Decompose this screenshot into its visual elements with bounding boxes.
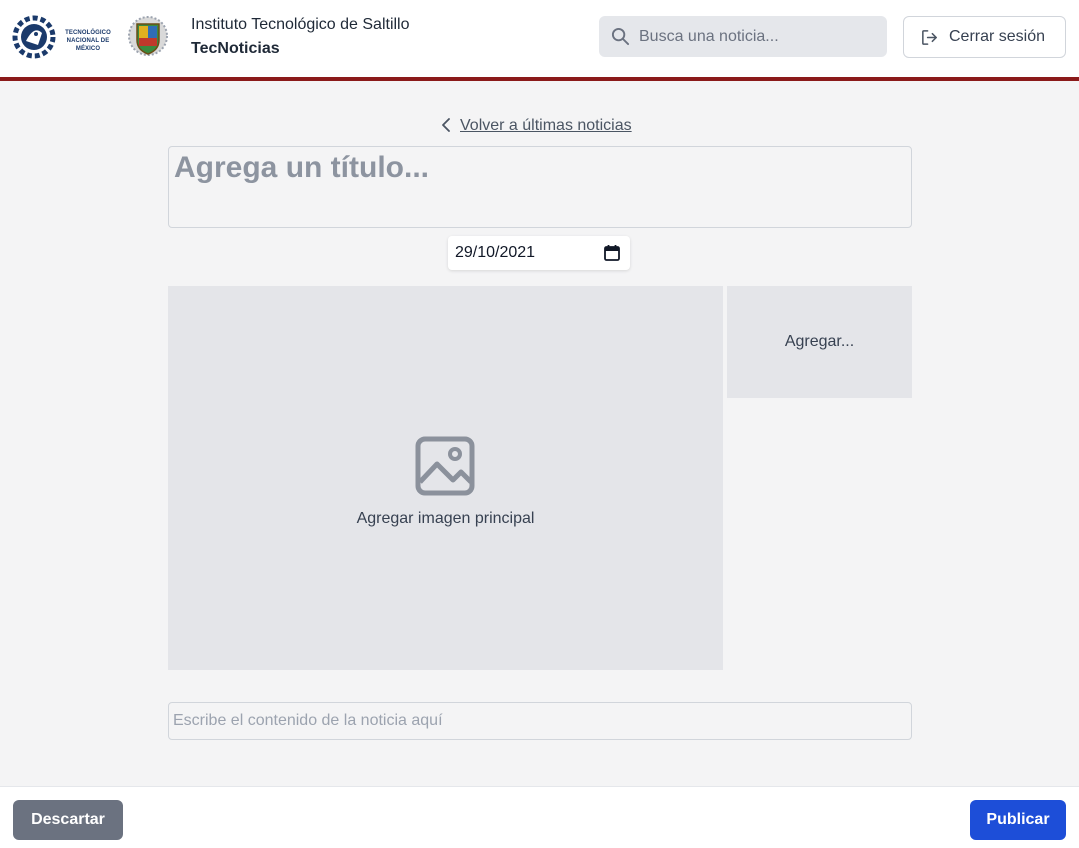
app-name: TecNoticias: [191, 40, 280, 57]
institution-name: Instituto Tecnológico de Saltillo: [191, 16, 410, 33]
tecnm-logo-text: TECNOLÓGICO NACIONAL DE MÉXICO: [65, 30, 111, 52]
discard-button[interactable]: Descartar: [13, 800, 123, 840]
app-header: TECNOLÓGICO NACIONAL DE MÉXICO Instituto…: [0, 0, 1079, 81]
search-icon: [611, 27, 630, 46]
chevron-left-icon: [442, 118, 450, 132]
publish-button[interactable]: Publicar: [970, 800, 1066, 840]
main-image-label: Agregar imagen principal: [356, 510, 535, 527]
action-footer: Descartar Publicar: [0, 786, 1079, 848]
search-input[interactable]: [639, 16, 879, 57]
search-box: [599, 16, 887, 57]
image-icon: [415, 436, 475, 496]
logout-label: Cerrar sesión: [949, 28, 1046, 45]
add-extra-image-label: Agregar...: [784, 333, 855, 350]
logout-button[interactable]: Cerrar sesión: [903, 16, 1066, 58]
tecnm-logo: TECNOLÓGICO NACIONAL DE MÉXICO: [12, 15, 114, 59]
back-to-news-link[interactable]: Volver a últimas noticias: [460, 117, 632, 135]
calendar-icon[interactable]: [603, 244, 621, 262]
date-input[interactable]: 29/10/2021: [448, 236, 630, 270]
main-image-upload[interactable]: Agregar imagen principal: [168, 286, 723, 670]
logout-icon: [922, 30, 937, 45]
its-shield-logo: [127, 14, 169, 58]
news-content-input[interactable]: [168, 702, 912, 740]
add-extra-image-button[interactable]: Agregar...: [727, 286, 912, 398]
news-title-input[interactable]: [168, 146, 912, 228]
date-value: 29/10/2021: [455, 244, 536, 261]
